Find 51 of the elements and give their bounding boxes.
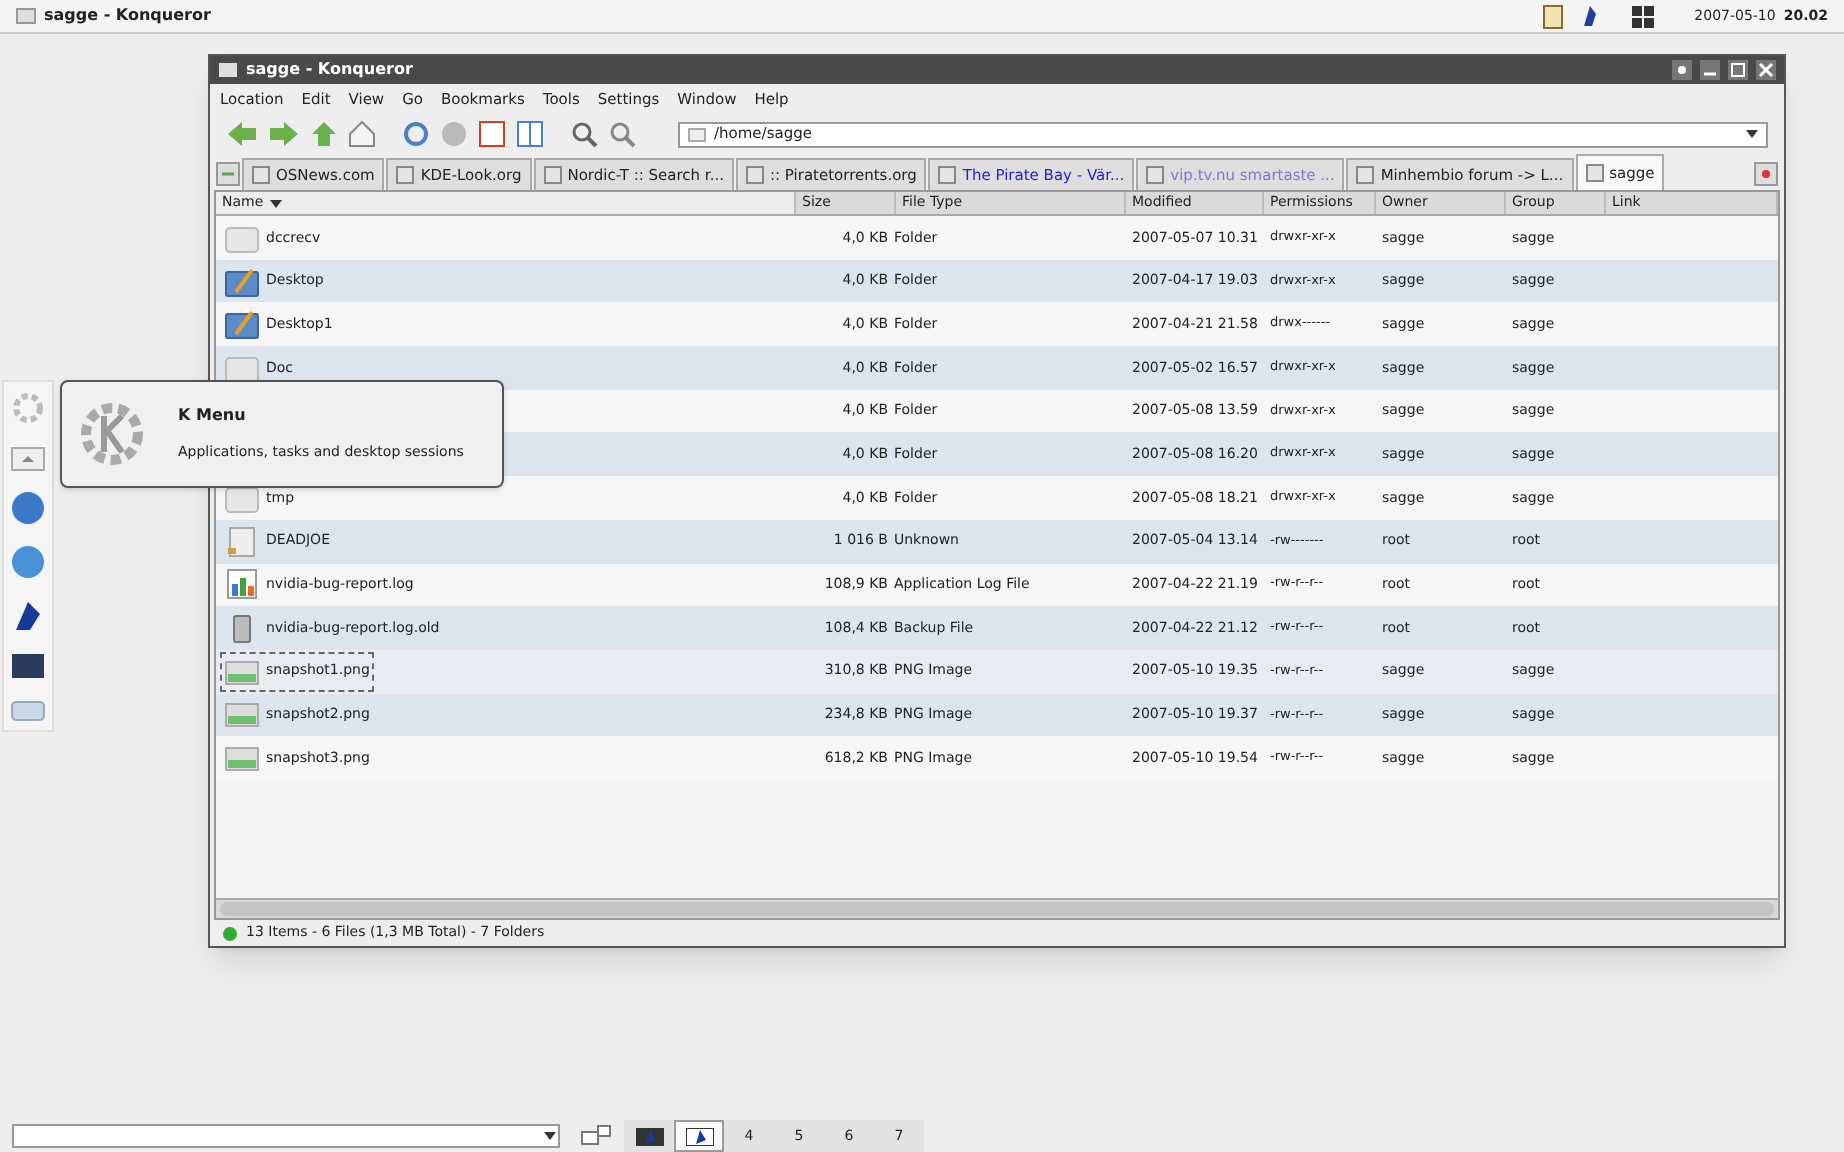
folder-icon	[224, 221, 260, 254]
window-icon	[16, 8, 36, 24]
page-icon	[1585, 164, 1604, 182]
image-file-icon	[224, 698, 260, 731]
window-thumbnail-icon	[635, 1127, 663, 1145]
sort-arrow-icon	[269, 199, 282, 207]
globe-icon[interactable]	[10, 544, 46, 580]
forward-arrow-icon[interactable]	[268, 120, 300, 148]
minimize-icon[interactable]	[1700, 60, 1720, 80]
image-file-icon	[224, 742, 260, 775]
zoom-in-icon[interactable]	[570, 120, 598, 148]
window-thumbnail-icon	[685, 1127, 713, 1145]
dropdown-caret-icon[interactable]	[1746, 130, 1758, 138]
windows-icon[interactable]	[580, 1124, 612, 1148]
command-field[interactable]	[12, 1124, 560, 1148]
page-icon	[1356, 166, 1375, 184]
gear-k-icon	[78, 400, 146, 468]
window-icon	[218, 62, 238, 78]
page-icon	[543, 166, 562, 184]
globe-icon[interactable]	[10, 490, 46, 526]
page-icon	[252, 166, 270, 184]
drive-icon[interactable]	[10, 698, 46, 722]
monitor-icon[interactable]	[10, 652, 46, 680]
chart-document-icon	[224, 568, 260, 601]
maximize-icon[interactable]	[1728, 60, 1748, 80]
active-window-title[interactable]: sagge - Konqueror	[44, 4, 211, 28]
desktop-folder-icon	[224, 265, 260, 298]
close-tab-icon[interactable]	[1754, 162, 1778, 186]
document-icon	[224, 525, 260, 558]
page-icon	[938, 166, 957, 184]
back-arrow-icon[interactable]	[226, 120, 258, 148]
grid-icon[interactable]	[1632, 5, 1655, 27]
window-title: sagge - Konqueror	[246, 58, 413, 82]
page-icon	[1146, 166, 1165, 184]
new-tab-icon[interactable]	[216, 162, 240, 186]
desktop-folder-icon	[224, 308, 260, 341]
fullscreen-icon[interactable]	[478, 120, 506, 148]
split-view-icon[interactable]	[516, 120, 544, 148]
clipboard-icon[interactable]	[1542, 3, 1565, 29]
zoom-out-icon[interactable]	[608, 120, 636, 148]
close-icon[interactable]	[1756, 60, 1776, 80]
dropdown-caret-icon[interactable]	[544, 1132, 556, 1140]
status-indicator-icon	[222, 925, 238, 941]
desktop-pager-button[interactable]	[674, 1120, 724, 1152]
page-icon	[745, 166, 764, 184]
reload-icon[interactable]	[402, 120, 430, 148]
page-icon	[396, 166, 415, 184]
folder-icon	[688, 127, 706, 141]
image-file-icon	[224, 655, 260, 688]
horizontal-scrollbar[interactable]	[216, 898, 1778, 918]
up-arrow-icon[interactable]	[310, 120, 338, 148]
